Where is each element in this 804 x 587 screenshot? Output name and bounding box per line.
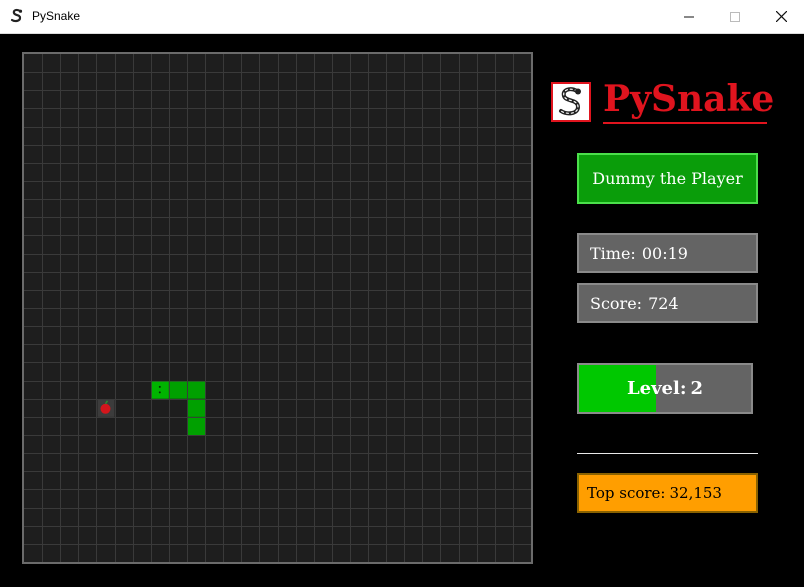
- level-label: Level:: [626, 378, 687, 399]
- player-name-button[interactable]: Dummy the Player: [577, 153, 758, 204]
- score-display: Score: 724: [577, 283, 758, 323]
- game-grid: [24, 54, 531, 562]
- pysnake-logo: PySnake: [551, 78, 774, 126]
- level-value: 2: [690, 378, 704, 399]
- top-score-label: Top score:: [587, 484, 666, 502]
- window-title: PySnake: [32, 9, 81, 23]
- snake-head: [151, 381, 169, 399]
- time-value: 00:19: [641, 243, 688, 263]
- game-board[interactable]: [22, 52, 533, 564]
- close-icon: [775, 11, 787, 22]
- player-name: Dummy the Player: [592, 169, 743, 188]
- snake-icon: [10, 8, 23, 23]
- window-titlebar[interactable]: PySnake: [0, 0, 804, 34]
- level-progress-bar: Level: 2: [577, 363, 753, 414]
- score-value: 724: [648, 293, 679, 313]
- top-score-value: 32,153: [669, 484, 722, 502]
- minimize-icon: [684, 16, 694, 17]
- time-label: Time:: [590, 243, 636, 263]
- snake-segment: [187, 381, 206, 399]
- maximize-icon: [730, 11, 740, 22]
- logo-title: PySnake: [603, 78, 775, 120]
- snake-segment: [169, 381, 187, 399]
- apple-icon: [100, 403, 111, 414]
- score-label: Score:: [590, 293, 643, 313]
- logo-underline: [603, 122, 767, 124]
- time-display: Time: 00:19: [577, 233, 758, 273]
- snake-logo-icon: [551, 82, 591, 122]
- divider: [577, 453, 758, 454]
- maximize-button[interactable]: [712, 0, 758, 33]
- level-display: Level: 2: [579, 365, 751, 412]
- snake-eye: [158, 391, 161, 394]
- snake-eye: [158, 385, 161, 388]
- minimize-button[interactable]: [666, 0, 712, 33]
- snake-segment: [187, 417, 206, 435]
- top-score-display: Top score: 32,153: [577, 473, 758, 513]
- snake-segment: [187, 399, 206, 417]
- close-button[interactable]: [758, 0, 804, 33]
